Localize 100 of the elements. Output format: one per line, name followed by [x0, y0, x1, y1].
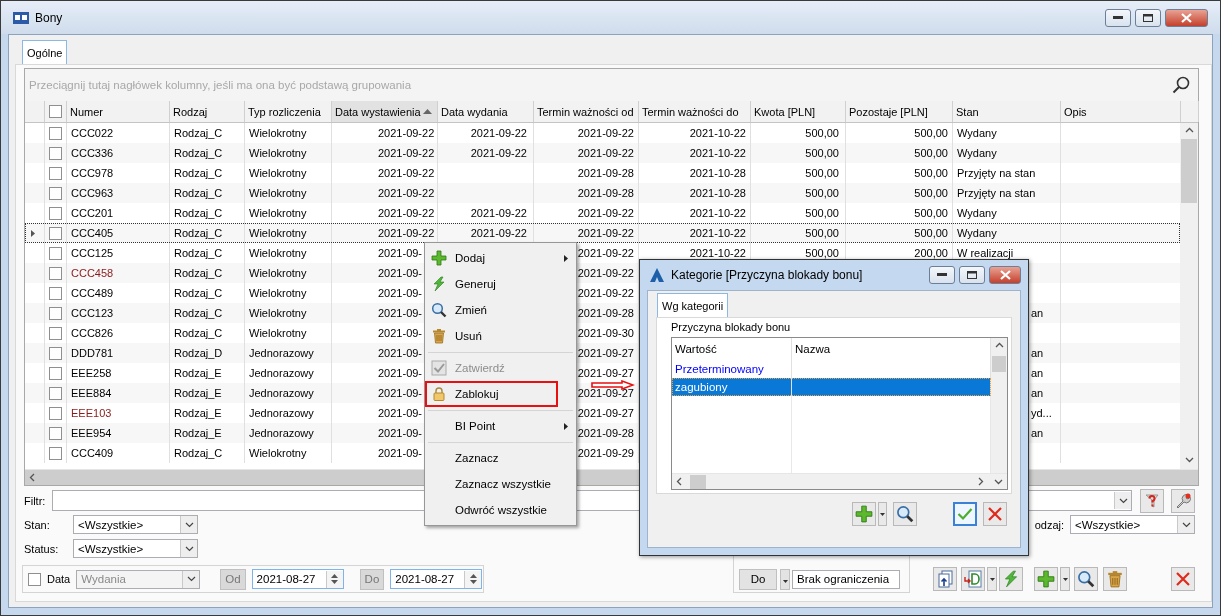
table-cell: Wydany: [957, 127, 997, 139]
scroll-up-icon[interactable]: [1184, 127, 1194, 133]
select-all-checkbox[interactable]: [49, 105, 62, 118]
search-button[interactable]: [893, 502, 917, 526]
checkbox[interactable]: [49, 446, 62, 460]
maximize-icon: [967, 271, 977, 279]
minimize-button[interactable]: [929, 266, 955, 284]
table-cell: Jednorazowy: [249, 427, 314, 439]
plus-icon: [855, 505, 873, 523]
add-button[interactable]: [1034, 567, 1058, 591]
from-date-field[interactable]: 2021-08-27: [251, 569, 344, 589]
checkbox[interactable]: [49, 306, 62, 320]
status-select[interactable]: <Wszystkie>: [73, 539, 198, 558]
checkbox[interactable]: [49, 426, 62, 440]
generate-button[interactable]: [999, 567, 1023, 591]
table-cell: 500,00: [805, 147, 839, 159]
table-cell: CCC978: [71, 167, 114, 179]
column-header[interactable]: Kwota [PLN]: [751, 101, 846, 122]
table-cell: Wielokrotny: [249, 187, 307, 199]
menu-item[interactable]: Zaznacz wszystkie: [425, 471, 576, 497]
edit-button[interactable]: [1074, 567, 1098, 591]
help-button[interactable]: [1140, 488, 1164, 513]
table-cell: 500,00: [914, 207, 948, 219]
column-header[interactable]: Stan: [953, 101, 1061, 122]
checkbox[interactable]: [49, 366, 62, 380]
range-dropdown-button[interactable]: [780, 568, 790, 590]
import-button[interactable]: [933, 567, 957, 591]
maximize-button[interactable]: [959, 266, 985, 284]
checkbox[interactable]: [49, 126, 62, 140]
checkbox[interactable]: [49, 286, 62, 300]
maximize-button[interactable]: [1135, 8, 1161, 27]
confirm-button[interactable]: [953, 502, 977, 526]
checkbox[interactable]: [49, 166, 62, 180]
checkbox[interactable]: [49, 346, 62, 360]
state-select[interactable]: <Wszystkie>: [73, 515, 198, 534]
scroll-up-icon[interactable]: [994, 342, 1004, 348]
add-button[interactable]: [852, 502, 876, 526]
scroll-thumb[interactable]: [690, 474, 706, 489]
checkbox[interactable]: [49, 186, 62, 200]
scroll-right-icon[interactable]: [978, 477, 984, 486]
vertical-scrollbar[interactable]: [1180, 123, 1198, 469]
table-cell: Rodzaj_E: [174, 427, 222, 439]
tab[interactable]: Wg kategorii: [657, 293, 729, 317]
scroll-thumb[interactable]: [992, 356, 1006, 372]
table-cell: 2021-09-22: [378, 227, 435, 239]
table-cell: an: [1031, 367, 1044, 379]
scroll-left-icon[interactable]: [676, 477, 682, 486]
checkbox[interactable]: [49, 386, 62, 400]
delete-button[interactable]: [1103, 567, 1127, 591]
search-icon[interactable]: [1172, 76, 1190, 94]
column-header[interactable]: Termin ważności od: [534, 101, 639, 122]
scroll-thumb[interactable]: [1181, 139, 1197, 203]
vertical-scrollbar[interactable]: [991, 338, 1007, 473]
menu-item[interactable]: Zablokuj: [425, 381, 558, 407]
table-row[interactable]: CCC336 Rodzaj_C Wielokrotny 2021-09-22 2021-09-22 2021-09-22 2021-10-22 500,00 500,00 Wydany: [25, 143, 1180, 163]
table-cell: Przyjęty na stan: [957, 167, 1036, 179]
table-cell: 2021-09-22: [577, 287, 634, 299]
table-row[interactable]: CCC963 Rodzaj_C Wielokrotny 2021-09-22 2021-09-28 2021-10-28 500,00 500,00 Przyjęty na stan: [25, 183, 1180, 203]
column-header[interactable]: Wartość: [675, 343, 717, 355]
range-to-field[interactable]: Brak ograniczenia: [792, 569, 900, 589]
column-header[interactable]: Termin ważności do: [639, 101, 751, 122]
document-button[interactable]: [961, 567, 985, 591]
column-header[interactable]: Opis: [1061, 101, 1181, 122]
close-button[interactable]: [1165, 8, 1208, 27]
current-row-icon: [31, 229, 35, 237]
checkbox[interactable]: [49, 326, 62, 340]
list-row[interactable]: zagubiony: [672, 378, 991, 396]
column-header[interactable]: Numer: [67, 101, 170, 122]
column-header[interactable]: Data wydania: [438, 101, 534, 122]
close-button[interactable]: [989, 266, 1021, 284]
horizontal-scrollbar[interactable]: [672, 473, 1007, 489]
table-row[interactable]: CCC405 Rodzaj_C Wielokrotny 2021-09-22 2021-09-22 2021-09-22 2021-10-22 500,00 500,00 Wydany: [25, 223, 1180, 243]
column-header[interactable]: Pozostaje [PLN]: [846, 101, 953, 122]
dropdown-button[interactable]: [878, 502, 887, 526]
checkbox[interactable]: [49, 146, 62, 160]
checkbox[interactable]: [49, 206, 62, 220]
checkbox[interactable]: [49, 226, 62, 240]
date-checkbox[interactable]: [28, 572, 41, 586]
checkbox[interactable]: [49, 406, 62, 420]
scroll-left-icon[interactable]: [29, 473, 35, 482]
checkbox[interactable]: [49, 246, 62, 260]
checkbox[interactable]: [49, 266, 62, 280]
to-date-field[interactable]: 2021-08-27: [390, 569, 483, 589]
settings-button[interactable]: [1171, 488, 1195, 513]
scroll-down-icon[interactable]: [1184, 457, 1194, 463]
close-button[interactable]: [1171, 567, 1195, 591]
minimize-button[interactable]: [1105, 8, 1131, 27]
cancel-button[interactable]: [983, 502, 1007, 526]
caret-icon: [989, 577, 995, 581]
range-to-button[interactable]: Do: [739, 568, 777, 590]
tab[interactable]: Ogólne: [22, 40, 68, 64]
dropdown-button[interactable]: [1060, 567, 1070, 591]
menu-item[interactable]: Odwróć wszystkie: [425, 497, 576, 523]
column-header[interactable]: Nazwa: [795, 343, 831, 355]
column-header[interactable]: Rodzaj: [170, 101, 245, 122]
trash-icon: [431, 328, 447, 344]
column-header[interactable]: Data wystawienia: [332, 101, 438, 122]
kind-select[interactable]: <Wszystkie>: [1070, 515, 1195, 534]
dropdown-button[interactable]: [987, 567, 997, 591]
scroll-down-icon[interactable]: [994, 478, 1003, 485]
